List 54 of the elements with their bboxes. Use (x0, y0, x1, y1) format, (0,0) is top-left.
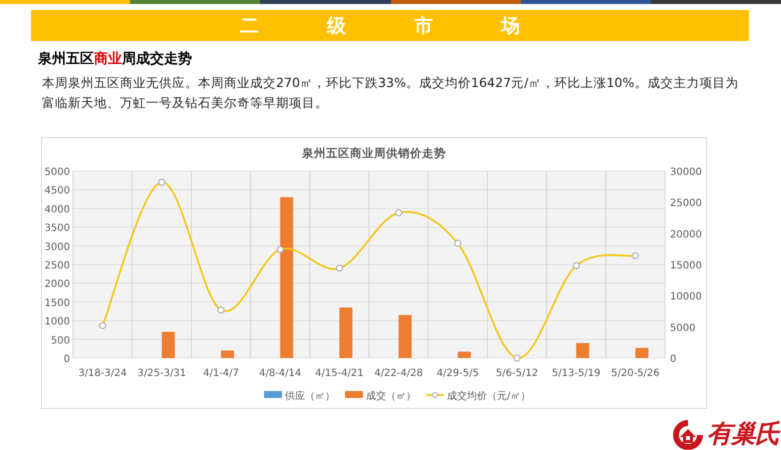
banner-title: 场 (501, 14, 520, 38)
banner-title: 二 (240, 14, 259, 38)
axis-label: 4/1-4/7 (203, 368, 239, 379)
axis-label: 500 (50, 335, 70, 346)
axis-label: 4/15-4/21 (315, 368, 364, 379)
axis-label: 4/8-4/14 (259, 368, 302, 379)
axis-label: 5000 (44, 167, 70, 178)
summary-paragraph: 本周泉州五区商业无供应。本周商业成交270㎡，环比下跌33%。成交均价16427元/㎡，环比上涨10%。成交主力项目为富临新天地、万虹一号及钻石美尔奇等早期项目。 (42, 74, 740, 112)
axis-label: 2000 (44, 279, 70, 290)
chart-title: 泉州五区商业周供销价走势 (302, 146, 446, 160)
axis-label: 3500 (44, 223, 70, 234)
axis-label: 4/22-4/28 (374, 368, 423, 379)
legend-label: 成交均价（元/㎡） (447, 391, 530, 402)
axis-label: 20000 (670, 229, 702, 240)
data-point (395, 209, 402, 216)
axis-label: 4000 (44, 204, 70, 216)
axis-label: 5000 (670, 322, 696, 334)
legend-label: 成交（㎡） (366, 391, 416, 402)
axis-label: 3000 (44, 242, 70, 253)
bar (398, 315, 412, 358)
axis-label: 5/13-5/19 (552, 368, 600, 379)
axis-label: 30000 (670, 167, 702, 178)
data-point (454, 240, 462, 247)
section-heading: 泉州五区商业周成交走势 (38, 50, 193, 68)
axis-label: 4/29-5/5 (436, 368, 479, 379)
data-point (632, 252, 639, 260)
data-point (572, 262, 580, 270)
axis-label: 25000 (670, 198, 702, 210)
data-point (336, 264, 343, 272)
bar (458, 352, 471, 358)
banner-title: 市 (414, 14, 433, 38)
axis-label: 5/6-5/12 (496, 368, 538, 379)
axis-label: 3/25-3/31 (138, 368, 186, 379)
data-point (158, 178, 166, 186)
bar (576, 343, 590, 358)
axis-label: 5/20-5/26 (611, 368, 660, 379)
data-point (99, 322, 106, 330)
data-point (276, 246, 284, 254)
logo-icon (670, 418, 706, 450)
logo-text: 有巢氏 (707, 418, 779, 450)
axis-label: 10000 (670, 292, 702, 303)
axis-label: 3/18-3/24 (78, 368, 127, 379)
axis-label: 0 (64, 354, 70, 365)
legend-label: 供应（㎡） (285, 391, 335, 402)
axis-label: 4500 (44, 186, 70, 197)
axis-label: 2500 (44, 260, 70, 272)
axis-label: 1000 (44, 316, 70, 328)
axis-label: 0 (670, 354, 676, 365)
data-point (218, 306, 224, 314)
axis-label: 15000 (670, 260, 702, 272)
axis-label: 1500 (44, 298, 70, 309)
bar (339, 308, 352, 358)
bar (221, 350, 234, 358)
banner-title: 级 (327, 14, 346, 38)
